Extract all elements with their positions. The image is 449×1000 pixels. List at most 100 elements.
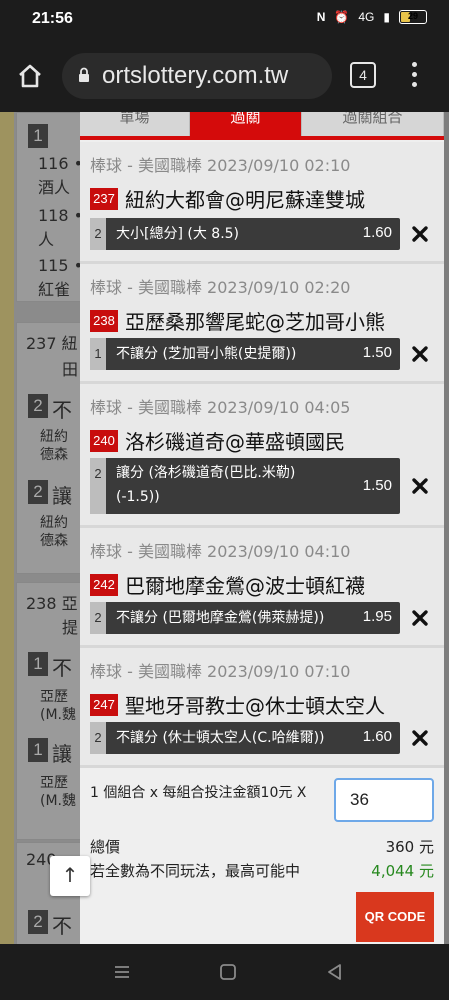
background-label-1: 不: [52, 398, 72, 422]
system-nav-bar: [0, 944, 449, 1000]
background-label-2: 讓: [52, 484, 72, 508]
status-icons: N ⏰ 4G ▮ 29: [317, 10, 427, 24]
scroll-to-top-button[interactable]: ↑: [50, 856, 90, 896]
bet-amount-input[interactable]: [334, 778, 434, 822]
bet-match: 巴爾地摩金鶯@波士頓紅襪: [125, 574, 365, 598]
background-count-2: 2: [28, 480, 48, 504]
background-label-4: 讓: [52, 742, 72, 766]
bet-selection[interactable]: 2 不讓分 (巴爾地摩金鶯(佛萊赫提)) 1.95: [90, 602, 400, 634]
bet-card: 棒球 - 美國職棒 2023/09/10 07:10 247 聖地牙哥教士@休士…: [80, 648, 444, 768]
selection-odds: 1.50: [362, 477, 392, 494]
background-sub-1: 紐約: [40, 429, 68, 445]
selection-desc: 大小[總分] (大 8.5): [116, 226, 240, 242]
background-game-237-sub: 田: [62, 360, 79, 379]
recents-icon[interactable]: [112, 962, 132, 982]
selection-desc: 不讓分 (巴爾地摩金鶯(佛萊赫提)): [116, 610, 325, 626]
background-count-1: 2: [28, 394, 48, 418]
selection-desc-line2: (-1.5)): [116, 489, 160, 505]
tab-single[interactable]: 單場: [80, 112, 190, 138]
tab-underline: [80, 136, 444, 140]
selection-odds: 1.60: [362, 728, 392, 745]
browser-toolbar: ortslottery.com.tw 4: [0, 40, 449, 112]
background-sub-5: 亞歷: [40, 689, 68, 705]
background-sub-3: 紐約: [40, 515, 68, 531]
background-label-3: 不: [52, 656, 72, 680]
bet-card: 棒球 - 美國職棒 2023/09/10 02:20 238 亞歷桑那響尾蛇@芝…: [80, 264, 444, 384]
selection-odds: 1.60: [362, 224, 392, 241]
background-row-1: 116 •: [38, 154, 84, 173]
background-row-2-sub: 人: [38, 230, 55, 249]
bet-league: 棒球 - 美國職棒 2023/09/10 07:10: [90, 662, 351, 681]
remove-bet-icon[interactable]: [410, 224, 430, 244]
selection-count: 2: [90, 218, 106, 250]
status-time: 21:56: [32, 10, 73, 27]
selection-desc: 不讓分 (芝加哥小熊(史提爾)): [116, 346, 297, 362]
tab-parlay[interactable]: 過關: [190, 112, 302, 138]
background-sub-7: 亞歷: [40, 775, 68, 791]
bet-card: 棒球 - 美國職棒 2023/09/10 04:10 242 巴爾地摩金鶯@波士…: [80, 528, 444, 648]
nfc-icon: N: [316, 10, 326, 24]
game-id-badge: 242: [90, 574, 118, 596]
background-sub-8: (M.魏: [40, 793, 76, 809]
bet-match: 洛杉磯道奇@華盛頓國民: [125, 430, 345, 454]
background-row-3-sub: 紅雀: [38, 280, 71, 299]
selection-desc: 讓分 (洛杉磯道奇(巴比.米勒): [116, 465, 296, 481]
home-icon[interactable]: [16, 62, 44, 90]
remove-bet-icon[interactable]: [410, 728, 430, 748]
background-game-238-sub: 提: [62, 618, 79, 637]
bet-league: 棒球 - 美國職棒 2023/09/10 02:10: [90, 156, 351, 175]
background-row-3: 115 •: [38, 256, 84, 275]
selection-desc: 不讓分 (休士頓太空人(C.哈維爾)): [116, 730, 325, 746]
background-sub-4: 德森: [40, 533, 68, 549]
max-win-label: 若全數為不同玩法，最高可能中: [90, 862, 301, 880]
battery-icon: 29: [399, 10, 427, 24]
background-count-5: 2: [28, 910, 48, 934]
bet-selection[interactable]: 1 不讓分 (芝加哥小熊(史提爾)) 1.50: [90, 338, 400, 370]
background-row-1-sub: 酒人: [38, 178, 71, 197]
network-label: 4G: [358, 10, 375, 24]
game-id-badge: 240: [90, 430, 118, 452]
background-sub-6: (M.魏: [40, 707, 76, 723]
bet-slip-tabs: 單場 過關 過關組合: [80, 112, 444, 138]
background-row-2: 118 •: [38, 206, 84, 225]
bet-match: 紐約大都會@明尼蘇達雙城: [125, 188, 365, 212]
game-id-badge: 237: [90, 188, 118, 210]
alarm-icon: ⏰: [334, 10, 350, 24]
selection-count: 2: [90, 458, 106, 514]
status-bar: 21:56 N ⏰ 4G ▮ 29: [0, 0, 449, 40]
remove-bet-icon[interactable]: [410, 344, 430, 364]
selection-count: 1: [90, 338, 106, 370]
bet-card: 棒球 - 美國職棒 2023/09/10 04:05 240 洛杉磯道奇@華盛頓…: [80, 384, 444, 528]
remove-bet-icon[interactable]: [410, 608, 430, 628]
home-nav-icon[interactable]: [218, 962, 238, 982]
selection-odds: 1.95: [362, 608, 392, 625]
bet-selection[interactable]: 2 大小[總分] (大 8.5) 1.60: [90, 218, 400, 250]
combo-description: 1 個組合 x 每組合投注金額10元 X: [90, 785, 307, 801]
bet-match: 聖地牙哥教士@休士頓太空人: [125, 694, 385, 718]
bet-card: 棒球 - 美國職棒 2023/09/10 02:10 237 紐約大都會@明尼蘇…: [80, 142, 444, 264]
tab-parlay-combo[interactable]: 過關組合: [302, 112, 444, 138]
bet-league: 棒球 - 美國職棒 2023/09/10 04:05: [90, 398, 351, 417]
selection-count: 2: [90, 722, 106, 754]
address-bar[interactable]: ortslottery.com.tw: [62, 53, 332, 99]
selection-odds: 1.50: [362, 344, 392, 361]
background-label-5: 不: [52, 914, 72, 938]
overflow-menu-icon[interactable]: [408, 62, 420, 90]
signal-icon: ▮: [383, 10, 390, 24]
battery-level: 29: [407, 11, 418, 21]
bet-summary: 1 個組合 x 每組合投注金額10元 X 總價 360 元 若全數為不同玩法，最…: [80, 768, 444, 944]
background-count-3: 1: [28, 652, 48, 676]
total-value: 360 元: [385, 838, 434, 856]
bet-league: 棒球 - 美國職棒 2023/09/10 04:10: [90, 542, 351, 561]
background-sub-2: 德森: [40, 447, 68, 463]
tab-switcher-button[interactable]: 4: [350, 62, 376, 88]
game-id-badge: 247: [90, 694, 118, 716]
bet-selection[interactable]: 2 不讓分 (休士頓太空人(C.哈維爾)) 1.60: [90, 722, 400, 754]
back-icon[interactable]: [325, 962, 345, 982]
qr-code-button[interactable]: QR CODE: [356, 892, 434, 942]
remove-bet-icon[interactable]: [410, 476, 430, 496]
total-label: 總價: [90, 838, 121, 856]
bet-selection[interactable]: 2 讓分 (洛杉磯道奇(巴比.米勒) (-1.5)) 1.50: [90, 458, 400, 514]
bet-match: 亞歷桑那響尾蛇@芝加哥小熊: [125, 310, 385, 334]
background-game-237-title: 237 紐: [26, 334, 78, 353]
